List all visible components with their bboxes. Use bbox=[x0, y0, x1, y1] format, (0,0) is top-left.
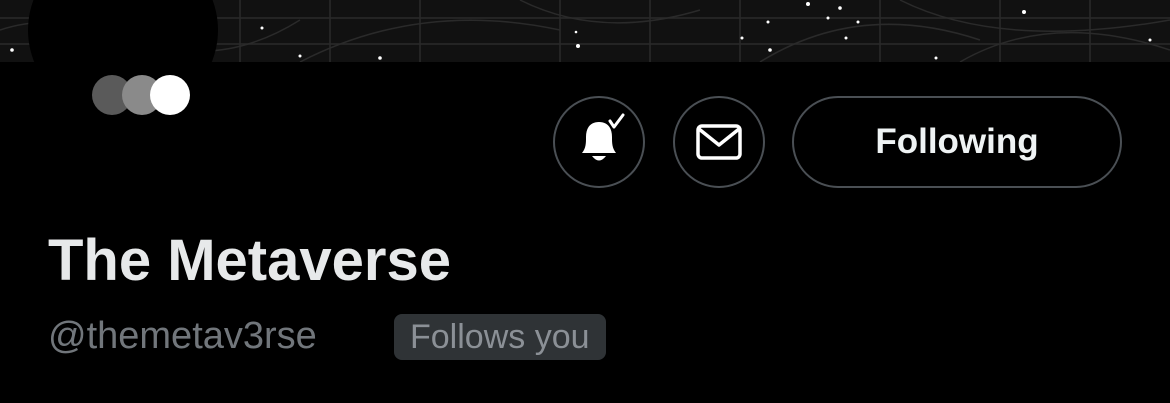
notifications-button[interactable] bbox=[553, 96, 645, 188]
message-button[interactable] bbox=[673, 96, 765, 188]
following-button[interactable]: Following bbox=[792, 96, 1122, 188]
bell-with-check-icon bbox=[582, 113, 625, 161]
follows-you-badge: Follows you bbox=[394, 314, 606, 360]
display-name: The Metaverse bbox=[48, 228, 451, 293]
profile-logo bbox=[92, 74, 196, 116]
logo-dot-light bbox=[150, 75, 190, 115]
envelope-icon bbox=[696, 124, 742, 160]
user-handle: @themetav3rse bbox=[48, 315, 317, 357]
